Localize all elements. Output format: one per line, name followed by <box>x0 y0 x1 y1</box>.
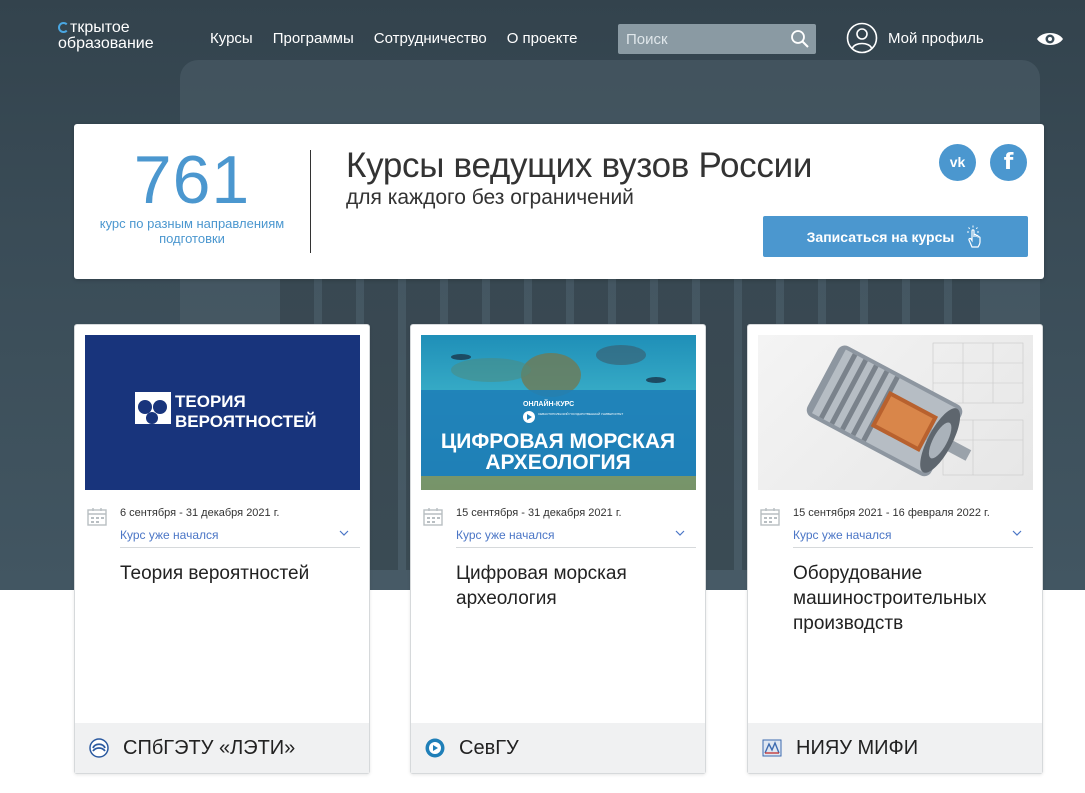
sevgu-logo-icon <box>425 738 445 758</box>
course-title[interactable]: Оборудование машиностроительных производ… <box>793 561 1028 636</box>
university-footer[interactable]: НИЯУ МИФИ <box>748 723 1042 773</box>
course-dates: 6 сентября - 31 декабря 2021 г. <box>120 507 280 519</box>
banner-divider <box>310 150 311 253</box>
course-status[interactable]: Курс уже начался <box>456 528 555 542</box>
nav-link-programs[interactable]: Программы <box>273 30 354 47</box>
search-box <box>618 24 816 54</box>
course-dates: 15 сентября - 31 декабря 2021 г. <box>456 507 622 519</box>
cover-title-line-1: ТЕОРИЯ <box>175 392 246 411</box>
logo-line-1: ткрытое <box>70 19 130 36</box>
enroll-button[interactable]: Записаться на курсы <box>763 216 1028 257</box>
nav-link-courses[interactable]: Курсы <box>210 30 253 47</box>
course-dates: 15 сентября 2021 - 16 февраля 2022 г. <box>793 507 990 519</box>
accessibility-eye-icon[interactable] <box>1036 30 1064 48</box>
profile-link[interactable]: Мой профиль <box>846 22 984 54</box>
course-card[interactable]: ТЕОРИЯ ВЕРОЯТНОСТЕЙ 6 сентября - 31 дека… <box>74 324 370 774</box>
logo-ring-icon <box>58 22 69 33</box>
university-name: СПбГЭТУ «ЛЭТИ» <box>123 736 296 759</box>
university-name: НИЯУ МИФИ <box>796 736 919 759</box>
nav-link-about[interactable]: О проекте <box>507 30 578 47</box>
course-status[interactable]: Курс уже начался <box>120 528 219 542</box>
pointer-hand-icon <box>967 225 981 248</box>
profile-label: Мой профиль <box>888 29 984 47</box>
cover-title-line-1: ЦИФРОВАЯ МОРСКАЯ <box>441 430 675 453</box>
search-input[interactable] <box>618 24 788 54</box>
calendar-icon <box>423 508 443 526</box>
chevron-down-icon[interactable] <box>1012 530 1022 537</box>
course-cover-image[interactable]: ТЕОРИЯ ВЕРОЯТНОСТЕЙ <box>85 335 360 490</box>
course-title[interactable]: Теория вероятностей <box>120 561 355 586</box>
course-status[interactable]: Курс уже начался <box>793 528 892 542</box>
probability-theory-cover: ТЕОРИЯ ВЕРОЯТНОСТЕЙ <box>135 392 317 431</box>
course-cover-image[interactable]: ОНЛАЙН-КУРС СЕВАСТОПОЛЬСКИЙ ГОСУДАРСТВЕН… <box>421 335 696 490</box>
university-footer[interactable]: СПбГЭТУ «ЛЭТИ» <box>75 723 369 773</box>
cover-university: СЕВАСТОПОЛЬСКИЙ ГОСУДАРСТВЕННЫЙ УНИВЕРСИ… <box>538 412 623 416</box>
search-icon[interactable] <box>790 29 810 49</box>
course-card[interactable]: 15 сентября 2021 - 16 февраля 2022 г. Ку… <box>747 324 1043 774</box>
promo-banner: 761 курс по разным направлениям подготов… <box>74 124 1044 279</box>
course-title[interactable]: Цифровая морская археология <box>456 561 691 611</box>
university-footer[interactable]: СевГУ <box>411 723 705 773</box>
top-navbar: ткрытое образование Курсы Программы Сотр… <box>0 0 1085 80</box>
banner-subline: для каждого без ограничений <box>346 186 634 209</box>
main-nav: Курсы Программы Сотрудничество О проекте <box>210 30 577 47</box>
site-logo[interactable]: ткрытое образование <box>58 20 154 52</box>
marine-archaeology-cover: ОНЛАЙН-КУРС СЕВАСТОПОЛЬСКИЙ ГОСУДАРСТВЕН… <box>421 345 696 490</box>
university-name: СевГУ <box>459 736 519 759</box>
course-cover-image[interactable] <box>758 335 1033 490</box>
logo-line-2: образование <box>58 35 154 52</box>
electric-motor-cover <box>806 342 1024 477</box>
calendar-icon <box>760 508 780 526</box>
course-count-label: курс по разным направлениям подготовки <box>99 216 285 246</box>
course-card[interactable]: ОНЛАЙН-КУРС СЕВАСТОПОЛЬСКИЙ ГОСУДАРСТВЕН… <box>410 324 706 774</box>
mephi-logo-icon <box>762 739 782 757</box>
vk-share-icon[interactable]: vk <box>939 144 976 181</box>
status-underline <box>456 547 696 548</box>
cover-title-line-2: АРХЕОЛОГИЯ <box>485 451 630 474</box>
cover-title-line-2: ВЕРОЯТНОСТЕЙ <box>175 412 317 431</box>
chevron-down-icon[interactable] <box>675 530 685 537</box>
banner-headline: Курсы ведущих вузов России <box>346 146 813 185</box>
course-count: 761 <box>133 142 251 218</box>
nav-link-cooperation[interactable]: Сотрудничество <box>374 30 487 47</box>
status-underline <box>793 547 1033 548</box>
facebook-share-icon[interactable]: f <box>990 144 1027 181</box>
enroll-button-label: Записаться на курсы <box>806 228 955 245</box>
course-counter: 761 курс по разным направлениям подготов… <box>74 144 310 246</box>
cover-badge: ОНЛАЙН-КУРС <box>523 399 574 408</box>
status-underline <box>120 547 360 548</box>
user-avatar-icon <box>846 22 878 54</box>
chevron-down-icon[interactable] <box>339 530 349 537</box>
leti-logo-icon <box>89 738 109 758</box>
calendar-icon <box>87 508 107 526</box>
